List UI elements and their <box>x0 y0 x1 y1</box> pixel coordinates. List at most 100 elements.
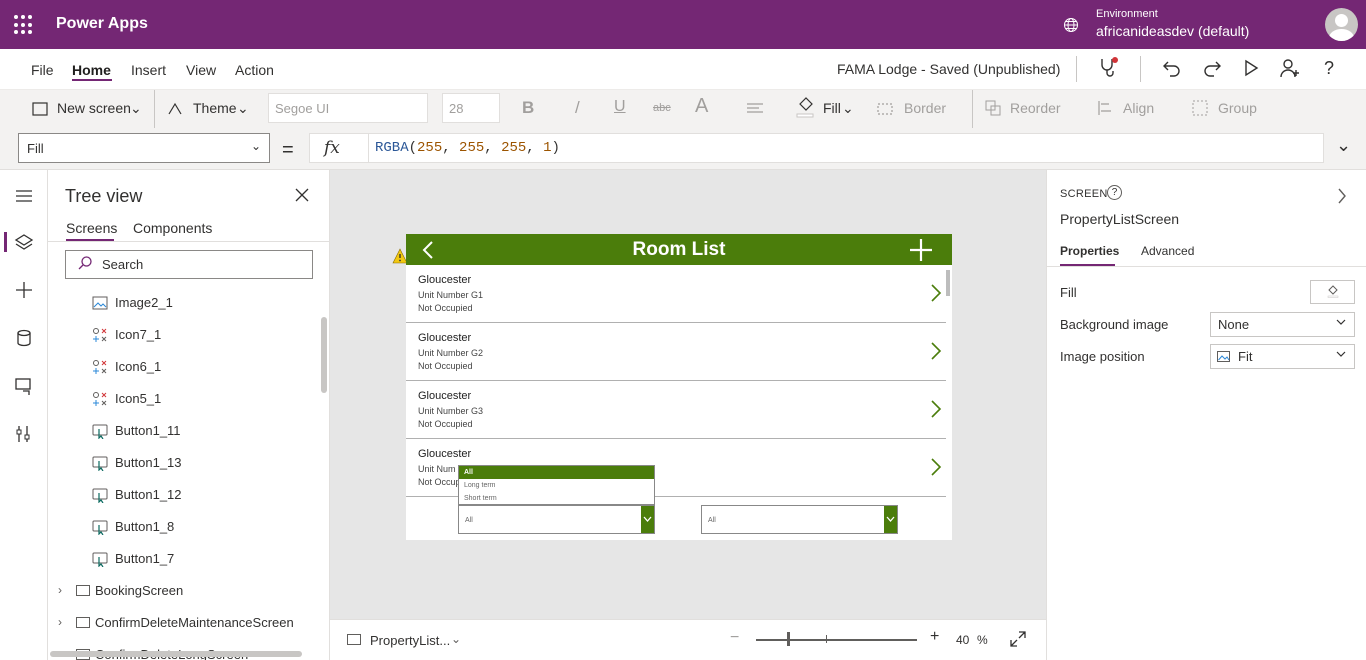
filter-dropdown-right[interactable]: All <box>701 505 898 534</box>
design-canvas[interactable]: Room List Gloucester Unit Number G1 Not … <box>330 170 1046 619</box>
add-icon[interactable] <box>909 238 933 262</box>
italic-button[interactable]: / <box>575 98 580 118</box>
tree-item-label: Icon6_1 <box>115 359 162 374</box>
chevron-right-icon[interactable]: › <box>58 583 62 597</box>
media-icon[interactable] <box>14 376 34 396</box>
advanced-tools-icon[interactable] <box>14 424 34 444</box>
chevron-down-icon <box>643 516 652 522</box>
dropdown-value: All <box>708 517 716 524</box>
zoom-in-button[interactable]: + <box>930 628 939 646</box>
data-cylinder-icon[interactable] <box>14 328 34 348</box>
fill-bucket-icon[interactable] <box>796 96 814 118</box>
environment-icon[interactable] <box>1063 17 1079 33</box>
tab-properties[interactable]: Properties <box>1060 244 1119 258</box>
room-name: Gloucester <box>418 448 472 460</box>
tab-screens[interactable]: Screens <box>66 220 117 236</box>
app-name[interactable]: Power Apps <box>56 15 148 33</box>
menu-file[interactable]: File <box>31 62 54 78</box>
hamburger-icon[interactable] <box>14 186 34 206</box>
tree-view-layers-icon[interactable] <box>14 232 34 252</box>
zoom-slider[interactable] <box>756 639 917 641</box>
help-circle-icon[interactable]: ? <box>1107 185 1122 200</box>
chevron-right-icon[interactable] <box>930 457 942 477</box>
redo-icon[interactable] <box>1201 57 1223 79</box>
app-launcher-icon[interactable] <box>14 15 34 35</box>
zoom-value[interactable]: 40 <box>956 633 969 647</box>
select-value: None <box>1218 317 1250 332</box>
chevron-right-icon[interactable] <box>930 341 942 361</box>
insert-plus-icon[interactable] <box>14 280 34 300</box>
room-list-item[interactable]: Gloucester Unit Number G3 Not Occupied <box>406 381 946 439</box>
tab-components[interactable]: Components <box>133 220 212 236</box>
zoom-out-button[interactable]: − <box>730 629 739 647</box>
menu-view[interactable]: View <box>186 62 216 78</box>
menu-insert[interactable]: Insert <box>131 62 166 78</box>
chevron-right-icon[interactable] <box>1337 188 1347 204</box>
search-placeholder: Search <box>102 257 144 272</box>
property-select[interactable]: Fill ⌄ <box>18 133 270 163</box>
fit-to-window-icon[interactable] <box>1010 631 1026 647</box>
reorder-button[interactable]: Reorder <box>1010 100 1061 116</box>
group-icon <box>1192 100 1208 116</box>
dropdown-option[interactable]: All <box>459 466 654 479</box>
chevron-down-icon[interactable]: ⌄ <box>130 100 142 117</box>
app-checker-icon[interactable] <box>1098 56 1120 78</box>
menu-action[interactable]: Action <box>235 62 274 78</box>
underline-button[interactable]: U <box>614 98 626 116</box>
menu-home[interactable]: Home <box>72 62 111 78</box>
fill-color-picker[interactable] <box>1310 280 1355 304</box>
filter-dropdown-left[interactable]: All <box>458 505 655 534</box>
gallery-scrollbar[interactable] <box>946 270 950 296</box>
app-screen-preview[interactable]: Room List Gloucester Unit Number G1 Not … <box>406 234 952 540</box>
function-button[interactable]: fx <box>309 133 369 163</box>
close-icon[interactable] <box>295 188 309 202</box>
image-position-label: Image position <box>1060 349 1145 364</box>
image-position-select[interactable]: Fit <box>1210 344 1355 369</box>
avatar[interactable] <box>1325 8 1358 41</box>
screen-label: ConfirmDeleteMaintenanceScreen <box>95 615 294 630</box>
bold-button[interactable]: B <box>522 98 534 118</box>
chevron-right-icon[interactable]: › <box>58 615 62 629</box>
group-button[interactable]: Group <box>1218 100 1257 116</box>
preview-play-icon[interactable] <box>1240 57 1262 79</box>
tree-vertical-scrollbar[interactable] <box>321 317 327 393</box>
fill-button[interactable]: Fill <box>823 100 841 116</box>
chevron-right-icon[interactable] <box>930 283 942 303</box>
expand-formula-icon[interactable]: ⌄ <box>1336 135 1351 156</box>
border-button[interactable]: Border <box>904 100 946 116</box>
font-size-select[interactable]: 28 <box>442 93 500 123</box>
undo-icon[interactable] <box>1161 57 1183 79</box>
environment-value[interactable]: africanideasdev (default) <box>1096 23 1249 39</box>
tree-item-label: Button1_12 <box>115 487 182 502</box>
text-align-icon[interactable] <box>746 102 768 116</box>
background-image-select[interactable]: None <box>1210 312 1355 337</box>
chevron-down-icon[interactable]: ⌄ <box>237 100 249 117</box>
current-screen-selector[interactable]: PropertyList... <box>370 633 450 648</box>
tree-item-label: Button1_7 <box>115 551 175 566</box>
zoom-slider-thumb[interactable] <box>787 632 790 646</box>
room-list-item[interactable]: Gloucester Unit Number G1 Not Occupied <box>406 265 946 323</box>
share-user-icon[interactable] <box>1279 57 1301 79</box>
dropdown-button[interactable] <box>884 506 897 533</box>
align-button[interactable]: Align <box>1123 100 1154 116</box>
strikethrough-button[interactable]: abc <box>653 102 671 114</box>
font-color-button[interactable]: A <box>695 95 708 118</box>
dropdown-button[interactable] <box>641 506 654 533</box>
tree-horizontal-scrollbar[interactable] <box>50 651 302 657</box>
tab-advanced[interactable]: Advanced <box>1141 244 1194 258</box>
chevron-down-icon[interactable]: ⌄ <box>842 100 854 117</box>
chevron-down-icon <box>1336 351 1346 357</box>
screen-icon <box>347 634 361 645</box>
new-screen-button[interactable]: New screen <box>57 100 131 116</box>
theme-icon <box>168 102 182 115</box>
dropdown-option[interactable]: Long term <box>459 479 654 492</box>
room-list-item[interactable]: Gloucester Unit Number G2 Not Occupied <box>406 323 946 381</box>
chevron-right-icon[interactable] <box>930 399 942 419</box>
tree-search-input[interactable]: Search <box>65 250 313 279</box>
theme-button[interactable]: Theme <box>193 100 237 116</box>
formula-input[interactable]: RGBA(255, 255, 255, 1) <box>368 133 1324 163</box>
dropdown-option[interactable]: Short term <box>459 492 654 505</box>
chevron-down-icon[interactable]: ⌄ <box>451 632 461 646</box>
help-icon[interactable]: ? <box>1318 57 1340 79</box>
font-family-select[interactable]: Segoe UI <box>268 93 428 123</box>
